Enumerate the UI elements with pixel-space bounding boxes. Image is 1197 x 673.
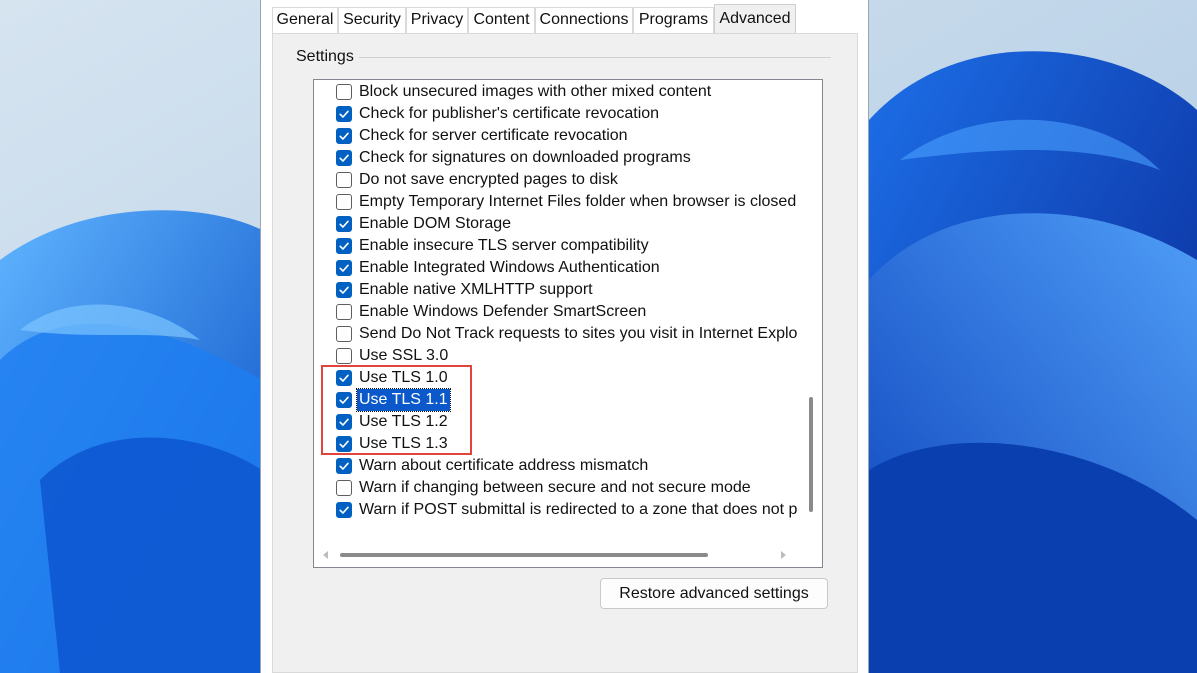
- horizontal-scrollbar[interactable]: [314, 543, 804, 567]
- setting-checkbox[interactable]: [336, 106, 352, 122]
- setting-checkbox[interactable]: [336, 150, 352, 166]
- setting-checkbox[interactable]: [336, 216, 352, 232]
- horizontal-scroll-thumb[interactable]: [340, 553, 708, 557]
- setting-checkbox[interactable]: [336, 458, 352, 474]
- tab-programs[interactable]: Programs: [633, 7, 714, 33]
- checkmark-icon: [339, 286, 349, 294]
- vertical-scroll-thumb[interactable]: [809, 397, 813, 512]
- setting-row[interactable]: Warn if POST submittal is redirected to …: [336, 499, 798, 521]
- setting-label: Send Do Not Track requests to sites you …: [359, 325, 798, 342]
- vertical-scrollbar[interactable]: [803, 80, 822, 543]
- checkmark-icon: [339, 374, 349, 382]
- setting-row[interactable]: Enable DOM Storage: [336, 213, 796, 235]
- setting-row[interactable]: Enable insecure TLS server compatibility: [336, 235, 796, 257]
- setting-checkbox[interactable]: [336, 502, 352, 518]
- setting-checkbox[interactable]: [336, 480, 352, 496]
- setting-label: Warn if changing between secure and not …: [359, 479, 751, 496]
- setting-checkbox[interactable]: [336, 84, 352, 100]
- setting-row[interactable]: Enable native XMLHTTP support: [336, 279, 796, 301]
- setting-row[interactable]: Do not save encrypted pages to disk: [336, 169, 796, 191]
- tab-connections[interactable]: Connections: [535, 7, 633, 33]
- setting-label: Enable Windows Defender SmartScreen: [359, 303, 647, 320]
- setting-row[interactable]: Use TLS 1.2: [336, 411, 796, 433]
- tab-content[interactable]: Content: [468, 7, 535, 33]
- setting-row[interactable]: Empty Temporary Internet Files folder wh…: [336, 191, 796, 213]
- setting-row[interactable]: Enable Integrated Windows Authentication: [336, 257, 796, 279]
- setting-label: Use TLS 1.3: [359, 435, 448, 452]
- setting-checkbox[interactable]: [336, 326, 352, 342]
- checkmark-icon: [339, 506, 349, 514]
- group-divider: [359, 57, 831, 58]
- setting-checkbox[interactable]: [336, 260, 352, 276]
- setting-row[interactable]: Warn if changing between secure and not …: [336, 477, 796, 499]
- setting-label: Use TLS 1.0: [359, 369, 448, 386]
- settings-group-label: Settings: [294, 48, 356, 66]
- checkmark-icon: [339, 110, 349, 118]
- setting-row[interactable]: Use TLS 1.3: [336, 433, 796, 455]
- setting-checkbox[interactable]: [336, 238, 352, 254]
- setting-checkbox[interactable]: [336, 128, 352, 144]
- setting-label: Enable Integrated Windows Authentication: [359, 259, 660, 276]
- setting-checkbox[interactable]: [336, 194, 352, 210]
- setting-checkbox[interactable]: [336, 370, 352, 386]
- checkmark-icon: [339, 264, 349, 272]
- setting-checkbox[interactable]: [336, 348, 352, 364]
- checkmark-icon: [339, 220, 349, 228]
- setting-label: Check for server certificate revocation: [359, 127, 628, 144]
- setting-label: Enable DOM Storage: [359, 215, 512, 232]
- advanced-tab-panel: Settings Block unsecured images with oth…: [272, 33, 858, 673]
- tab-advanced[interactable]: Advanced: [714, 4, 796, 34]
- setting-label: Warn about certificate address mismatch: [359, 457, 649, 474]
- tab-strip: General Security Privacy Content Connect…: [272, 0, 832, 34]
- checkmark-icon: [339, 396, 349, 404]
- checkmark-icon: [339, 154, 349, 162]
- setting-row[interactable]: Check for publisher's certificate revoca…: [336, 103, 796, 125]
- setting-row[interactable]: Use TLS 1.0: [336, 367, 796, 389]
- setting-label: Do not save encrypted pages to disk: [359, 171, 618, 188]
- checkmark-icon: [339, 132, 349, 140]
- setting-checkbox[interactable]: [336, 304, 352, 320]
- tab-general[interactable]: General: [272, 7, 338, 33]
- settings-list[interactable]: Block unsecured images with other mixed …: [313, 79, 823, 568]
- setting-label: Enable native XMLHTTP support: [359, 281, 593, 298]
- scroll-right-arrow-icon[interactable]: [781, 551, 786, 559]
- setting-row[interactable]: Use SSL 3.0: [336, 345, 796, 367]
- checkmark-icon: [339, 440, 349, 448]
- internet-options-dialog: General Security Privacy Content Connect…: [260, 0, 869, 673]
- setting-label: Use SSL 3.0: [359, 347, 449, 364]
- tab-security[interactable]: Security: [338, 7, 406, 33]
- restore-advanced-settings-button[interactable]: Restore advanced settings: [600, 578, 828, 609]
- setting-label: Empty Temporary Internet Files folder wh…: [359, 193, 797, 210]
- checkmark-icon: [339, 462, 349, 470]
- checkmark-icon: [339, 418, 349, 426]
- setting-checkbox[interactable]: [336, 436, 352, 452]
- setting-label: Use TLS 1.2: [359, 413, 448, 430]
- setting-label: Check for signatures on downloaded progr…: [359, 149, 691, 166]
- setting-label: Check for publisher's certificate revoca…: [359, 105, 660, 122]
- setting-label: Enable insecure TLS server compatibility: [359, 237, 649, 254]
- setting-row[interactable]: Block unsecured images with other mixed …: [336, 81, 796, 103]
- setting-checkbox[interactable]: [336, 282, 352, 298]
- setting-row[interactable]: Check for server certificate revocation: [336, 125, 796, 147]
- setting-row[interactable]: Use TLS 1.1: [336, 388, 796, 412]
- scroll-left-arrow-icon[interactable]: [323, 551, 328, 559]
- setting-label: Block unsecured images with other mixed …: [359, 83, 712, 100]
- setting-checkbox[interactable]: [336, 172, 352, 188]
- setting-row[interactable]: Send Do Not Track requests to sites you …: [336, 323, 798, 345]
- setting-label: Use TLS 1.1: [356, 388, 451, 412]
- setting-row[interactable]: Enable Windows Defender SmartScreen: [336, 301, 796, 323]
- setting-label: Warn if POST submittal is redirected to …: [359, 501, 798, 518]
- checkmark-icon: [339, 242, 349, 250]
- tab-privacy[interactable]: Privacy: [406, 7, 468, 33]
- setting-row[interactable]: Warn about certificate address mismatch: [336, 455, 796, 477]
- setting-row[interactable]: Check for signatures on downloaded progr…: [336, 147, 796, 169]
- setting-checkbox[interactable]: [336, 392, 352, 408]
- setting-checkbox[interactable]: [336, 414, 352, 430]
